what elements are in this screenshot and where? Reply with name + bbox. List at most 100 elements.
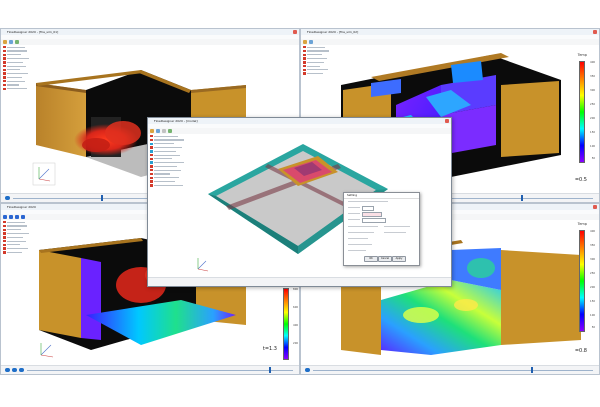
timeline-bar[interactable] xyxy=(1,365,299,374)
dialog-field[interactable] xyxy=(362,206,374,211)
cancel-button[interactable]: Cancel xyxy=(378,256,392,262)
tool-icon[interactable] xyxy=(3,40,7,44)
dialog-row xyxy=(348,213,360,215)
colorbar-tick: 400 xyxy=(590,230,595,233)
tool-icon[interactable] xyxy=(15,40,19,44)
tool-icon[interactable] xyxy=(168,129,172,133)
colorbar-tick: 300 xyxy=(590,89,595,92)
colorbar-tick: 50 xyxy=(591,157,595,160)
time-slider-thumb[interactable] xyxy=(521,195,523,201)
time-slider[interactable] xyxy=(27,369,293,371)
time-label: =0.8 xyxy=(574,348,587,354)
tree-folder-icon xyxy=(303,49,306,53)
window-center[interactable]: FlowDesigner 2020 - [model] Setting OK C… xyxy=(147,117,452,287)
time-slider-thumb[interactable] xyxy=(531,367,533,373)
colorbar-tick: 300 xyxy=(590,258,595,261)
apply-button[interactable]: Apply xyxy=(392,256,406,262)
colorbar-tick: 50 xyxy=(591,326,595,329)
tree-folder-icon xyxy=(150,161,153,164)
tree-folder-icon xyxy=(150,142,153,145)
dialog-row xyxy=(348,238,368,240)
time-slider-thumb[interactable] xyxy=(101,195,103,201)
tree-folder-icon xyxy=(3,243,6,247)
tree-folder-icon xyxy=(150,172,153,176)
play-icon[interactable] xyxy=(19,368,24,372)
colorbar-tick: 100 xyxy=(590,145,595,148)
tool-icon[interactable] xyxy=(9,40,13,44)
tree-folder-icon xyxy=(3,72,6,75)
tool-icon[interactable] xyxy=(156,129,160,133)
colorbar-tick: 200 xyxy=(590,117,595,120)
tree-folder-icon xyxy=(150,134,153,138)
dialog-row xyxy=(348,232,374,234)
dialog-row xyxy=(348,244,372,246)
window-close-icon[interactable] xyxy=(593,205,597,209)
tree-folder-icon xyxy=(3,45,6,49)
dialog-tab-row[interactable] xyxy=(348,201,388,203)
colorbar-tick: 400 xyxy=(590,61,595,64)
colorbar-title: Temp xyxy=(577,53,587,57)
axes-icon xyxy=(197,258,209,272)
play-icon[interactable] xyxy=(5,368,10,372)
tree-folder-icon xyxy=(3,68,6,72)
tree-folder-icon xyxy=(150,157,153,161)
window-close-icon[interactable] xyxy=(293,30,297,34)
tree-folder-icon xyxy=(3,83,6,87)
tree-folder-icon xyxy=(3,61,6,64)
tree-folder-icon xyxy=(303,64,306,68)
colorbar-tick: 250 xyxy=(590,103,595,106)
tree-folder-icon xyxy=(3,220,6,224)
viewport-3d[interactable]: Setting OK Cancel Apply xyxy=(188,134,451,278)
tree-folder-icon xyxy=(3,228,6,231)
tool-icon[interactable] xyxy=(309,40,313,44)
play-icon[interactable] xyxy=(12,368,17,372)
tree-folder-icon xyxy=(3,76,6,79)
tool-icon[interactable] xyxy=(15,215,19,219)
tree-folder-icon xyxy=(150,184,153,187)
tool-icon[interactable] xyxy=(150,129,154,133)
tool-icon[interactable] xyxy=(21,215,25,219)
dialog-field[interactable] xyxy=(362,218,386,223)
model-tree[interactable] xyxy=(1,45,32,194)
play-icon[interactable] xyxy=(305,368,310,372)
tree-folder-icon xyxy=(3,247,6,250)
tool-icon[interactable] xyxy=(3,215,7,219)
time-label: =0.5 xyxy=(574,177,587,183)
tree-folder-icon xyxy=(3,64,6,68)
ok-button[interactable]: OK xyxy=(364,256,378,262)
colorbar-tick: 800 xyxy=(293,288,298,291)
tree-folder-icon xyxy=(303,53,306,56)
time-label: t=1.3 xyxy=(262,346,277,352)
colorbar xyxy=(283,288,289,360)
colorbar xyxy=(579,61,585,163)
tree-folder-icon xyxy=(150,168,153,172)
time-slider[interactable] xyxy=(313,369,593,371)
axes-icon xyxy=(40,343,54,358)
settings-dialog[interactable]: Setting OK Cancel Apply xyxy=(343,192,420,266)
tree-folder-icon xyxy=(3,239,6,243)
window-close-icon[interactable] xyxy=(593,30,597,34)
tree-folder-icon xyxy=(303,61,306,64)
axes-icon xyxy=(32,162,56,186)
model-tree[interactable] xyxy=(1,220,32,366)
tool-icon[interactable] xyxy=(303,40,307,44)
tree-folder-icon xyxy=(150,138,153,142)
dialog-field[interactable] xyxy=(362,212,382,217)
tree-folder-icon xyxy=(3,224,6,228)
tool-icon[interactable] xyxy=(162,129,166,133)
colorbar-tick: 250 xyxy=(590,272,595,275)
tree-folder-icon xyxy=(303,45,306,49)
tree-folder-icon xyxy=(303,68,306,72)
colorbar-tick: 200 xyxy=(590,286,595,289)
timeline-bar[interactable] xyxy=(301,365,599,374)
status-bar xyxy=(148,277,451,286)
tree-folder-icon xyxy=(3,57,6,60)
tree-folder-icon xyxy=(150,153,153,157)
window-close-icon[interactable] xyxy=(445,119,449,123)
time-slider-thumb[interactable] xyxy=(269,367,271,373)
play-icon[interactable] xyxy=(5,196,10,200)
tree-folder-icon xyxy=(150,146,153,149)
colorbar-tick: 600 xyxy=(293,306,298,309)
tool-icon[interactable] xyxy=(9,215,13,219)
model-tree[interactable] xyxy=(148,134,189,278)
